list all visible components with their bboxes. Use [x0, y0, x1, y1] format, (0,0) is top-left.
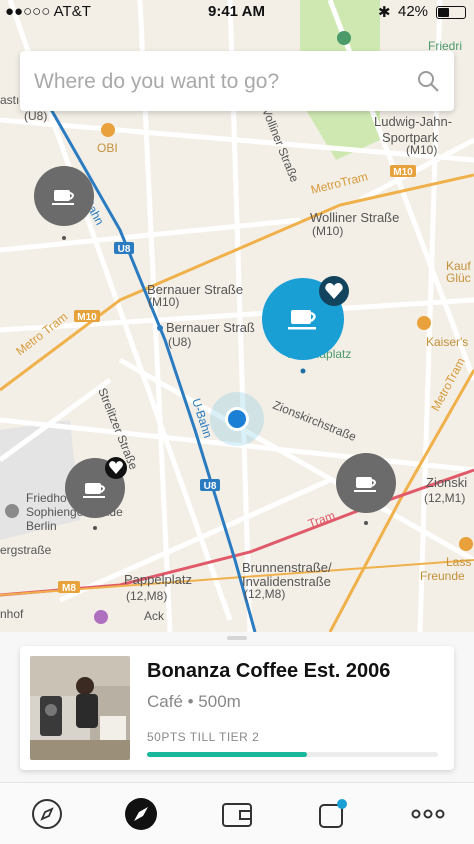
shop-icon [101, 123, 115, 137]
notification-square-icon[interactable] [316, 797, 350, 831]
poi-icon [94, 610, 108, 624]
bluetooth-icon: ✱ [378, 4, 391, 21]
compass-filled-icon[interactable] [124, 797, 158, 831]
map-label: (U8) [168, 335, 191, 349]
more-dots-icon[interactable] [408, 797, 448, 831]
map-label: (U8) [24, 109, 47, 123]
map-label: Lass [446, 555, 471, 569]
map-label: Wolliner Straße [310, 210, 399, 225]
map-label: Ludwig-Jahn- [374, 114, 452, 129]
map-label: nhof [0, 607, 24, 621]
map-label: Zionski [426, 475, 467, 490]
u8-badge: U8 [118, 244, 131, 255]
map-label: Glüc [446, 271, 471, 285]
m8-badge: M8 [62, 583, 76, 594]
map-label: Brunnenstraße/ [242, 560, 332, 575]
place-photo [30, 656, 130, 760]
map-label: Bernauer Straß [166, 320, 255, 335]
map-label: ergstraße [0, 543, 52, 557]
search-input[interactable] [32, 61, 406, 103]
search-bar[interactable] [20, 51, 454, 111]
current-location-marker [210, 392, 264, 446]
map-label: Freunde [420, 569, 465, 583]
clock: 9:41 AM [208, 3, 265, 20]
m10-badge: M10 [77, 312, 97, 323]
place-card[interactable]: Bonanza Coffee Est. 2006 Café • 500m 50P… [20, 646, 454, 770]
tier-progress-fill [147, 752, 308, 757]
tier-progress-bar [147, 752, 438, 757]
battery-percent: 42% [398, 3, 429, 20]
sheet-handle[interactable] [227, 636, 247, 640]
search-icon[interactable] [416, 69, 440, 93]
m10-badge: M10 [393, 167, 413, 178]
map-label: (M10) [406, 143, 437, 157]
tab-bar [0, 782, 474, 844]
park-icon [337, 31, 351, 45]
map-label: (12,M8) [244, 587, 285, 601]
shop-icon [417, 316, 431, 330]
cemetery-icon [5, 504, 19, 518]
map-label: astı [0, 93, 19, 107]
compass-outline-icon[interactable] [30, 797, 64, 831]
wallet-icon[interactable] [220, 797, 254, 831]
carrier-label: ●●○○○ AT&T [5, 3, 91, 20]
map-label: Kaiser's [426, 335, 468, 349]
map-label: (M10) [148, 295, 179, 309]
shop-icon [459, 537, 473, 551]
tier-progress-label: 50PTS TILL TIER 2 [147, 730, 260, 744]
map-label: Berlin [26, 519, 57, 533]
u8-badge: U8 [204, 481, 217, 492]
map-label: OBI [97, 141, 118, 155]
status-bar: ●●○○○ AT&T 9:41 AM ✱ 42% [0, 0, 474, 24]
map-label: (M10) [312, 224, 343, 238]
place-name: Bonanza Coffee Est. 2006 [147, 660, 391, 682]
map-label: (12,M8) [126, 589, 167, 603]
battery-icon [436, 6, 466, 19]
map-label: Ack [144, 609, 165, 623]
bottom-sheet[interactable]: Bonanza Coffee Est. 2006 Café • 500m 50P… [0, 632, 474, 782]
map-label: Pappelplatz [124, 572, 192, 587]
map-label: Friedho [26, 491, 67, 505]
place-meta: Café • 500m [147, 692, 241, 711]
map-label: (12,M1) [424, 491, 465, 505]
